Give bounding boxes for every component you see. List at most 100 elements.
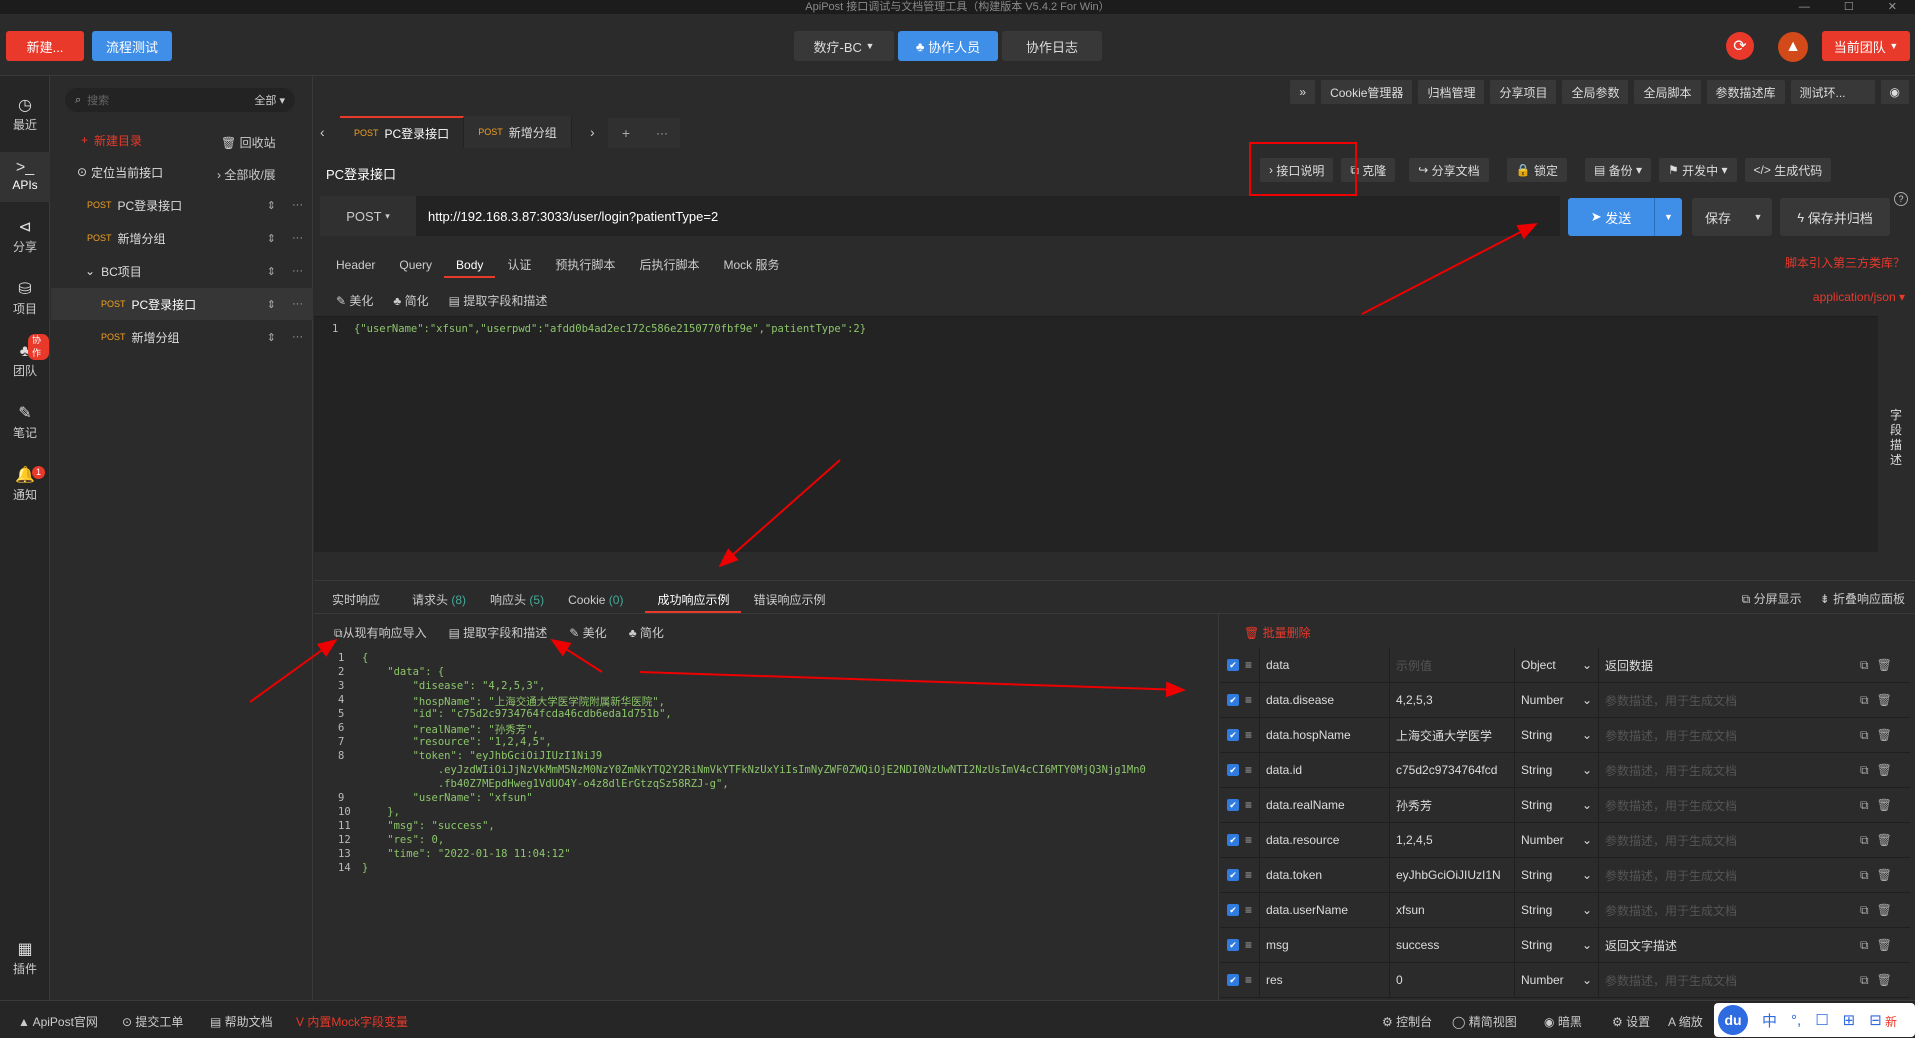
row-checkbox[interactable]: ✔ [1226, 834, 1239, 846]
save-button[interactable]: 保存 [1692, 198, 1744, 236]
share-project-button[interactable]: 分享项目 [1490, 80, 1557, 104]
copy-icon[interactable]: ⧉ [1860, 938, 1869, 953]
tab-prev-icon[interactable]: ‹ [320, 124, 325, 140]
row-checkbox[interactable]: ✔ [1226, 799, 1239, 811]
field-value[interactable]: 1,2,4,5 [1390, 822, 1515, 858]
nav-recent[interactable]: ◷ 最近 [0, 96, 50, 140]
dark-mode-toggle[interactable]: ◉ 暗黑 [1544, 1013, 1582, 1030]
param-desc-lib-button[interactable]: 参数描述库 [1706, 80, 1785, 104]
tree-filter-select[interactable]: 全部 ▾ [254, 92, 285, 108]
global-params-button[interactable]: 全局参数 [1562, 80, 1629, 104]
avatar[interactable]: ▲ [1778, 32, 1808, 62]
row-checkbox[interactable]: ✔ [1226, 939, 1239, 951]
zoom-button[interactable]: A 缩放 [1668, 1013, 1703, 1030]
collab-members-button[interactable]: ♣ 协作人员 [898, 31, 998, 61]
more-icon[interactable]: ··· [292, 331, 303, 344]
copy-icon[interactable]: ⧉ [1860, 693, 1869, 708]
row-checkbox[interactable]: ✔ [1226, 869, 1239, 881]
tab-cookie[interactable]: Cookie (0) [556, 587, 635, 613]
field-type-select[interactable]: String ⌄ [1515, 787, 1599, 823]
drag-handle-icon[interactable]: ≡ [1245, 693, 1252, 707]
flow-test-button[interactable]: 流程测试 [92, 31, 172, 61]
drag-handle-icon[interactable]: ≡ [1245, 763, 1252, 777]
trash-icon[interactable]: 🗑 [1877, 693, 1892, 707]
copy-icon[interactable]: ⧉ [1860, 868, 1869, 883]
sort-icon[interactable]: ⇕ [267, 265, 276, 278]
simplify-button[interactable]: ♣ 简化 [393, 292, 428, 309]
beautify-button[interactable]: ✎ 美化 [336, 292, 373, 309]
row-checkbox[interactable]: ✔ [1226, 729, 1239, 741]
tab-header[interactable]: Header [324, 252, 387, 278]
row-checkbox[interactable]: ✔ [1226, 764, 1239, 776]
field-desc[interactable]: 参数描述，用于生成文档 [1599, 683, 1854, 718]
copy-icon[interactable]: ⧉ [1860, 728, 1869, 743]
copy-icon[interactable]: ⧉ [1860, 973, 1869, 988]
copy-icon[interactable]: ⧉ [1860, 763, 1869, 778]
tab-body[interactable]: Body [444, 252, 496, 278]
row-checkbox[interactable]: ✔ [1226, 659, 1239, 671]
settings-button[interactable]: ⚙ 设置 [1612, 1013, 1650, 1030]
backup-select[interactable]: ▤ 备份 ▾ [1584, 158, 1652, 182]
tree-item-selected[interactable]: POST PC登录接口 ⇕ ··· [51, 288, 313, 320]
cookie-manager-button[interactable]: Cookie管理器 [1321, 80, 1413, 104]
drag-handle-icon[interactable]: ≡ [1245, 868, 1252, 882]
tab-new-group[interactable]: POST 新增分组 [464, 116, 572, 148]
field-value[interactable]: c75d2c9734764fcd [1390, 752, 1515, 788]
trash-icon[interactable]: 🗑 [1877, 938, 1892, 952]
field-value[interactable]: xfsun [1390, 892, 1515, 928]
tab-next-icon[interactable]: › [590, 124, 595, 140]
nav-apis[interactable]: >_ APIs [0, 152, 50, 202]
apipost-site-link[interactable]: ▲ ApiPost官网 [18, 1013, 98, 1030]
field-key[interactable]: data.disease [1260, 682, 1390, 718]
field-type-select[interactable]: Object ⌄ [1515, 648, 1599, 683]
ime-skin-icon[interactable]: ⊞ [1843, 1011, 1856, 1029]
more-icon[interactable]: ··· [292, 265, 303, 278]
tab-pc-login[interactable]: POST PC登录接口 [340, 116, 465, 148]
lock-button[interactable]: 🔒 锁定 [1506, 158, 1567, 182]
nav-notes[interactable]: ✎ 笔记 [0, 404, 50, 448]
row-checkbox[interactable]: ✔ [1226, 904, 1239, 916]
tree-folder[interactable]: ⌄ BC项目 ⇕ ··· [51, 255, 313, 287]
tab-live-response[interactable]: 实时响应 [320, 587, 392, 613]
field-key[interactable]: msg [1260, 927, 1390, 963]
field-type-select[interactable]: String ⌄ [1515, 927, 1599, 963]
gen-code-button[interactable]: </> 生成代码 [1744, 158, 1832, 182]
extract-response-button[interactable]: ▤ 提取字段和描述 [449, 624, 548, 641]
method-select[interactable]: POST ▾ [320, 196, 416, 236]
sort-icon[interactable]: ⇕ [267, 298, 276, 311]
archive-manager-button[interactable]: 归档管理 [1418, 80, 1485, 104]
global-script-button[interactable]: 全局脚本 [1634, 80, 1701, 104]
copy-icon[interactable]: ⧉ [1860, 833, 1869, 848]
field-key[interactable]: data.hospName [1260, 717, 1390, 753]
tree-search-input[interactable]: ⌕ 搜索 全部 ▾ [65, 88, 295, 112]
help-icon[interactable]: ? [1894, 192, 1908, 206]
field-type-select[interactable]: Number ⌄ [1515, 822, 1599, 858]
tab-response-headers[interactable]: 响应头 (5) [478, 587, 556, 613]
trash-icon[interactable]: 🗑 [1877, 728, 1892, 742]
import-response-button[interactable]: ⧉从现有响应导入 [334, 624, 427, 641]
field-desc[interactable]: 参数描述，用于生成文档 [1599, 823, 1854, 858]
submit-ticket-link[interactable]: ⊙ 提交工单 [122, 1013, 183, 1030]
row-checkbox[interactable]: ✔ [1226, 694, 1239, 706]
drag-handle-icon[interactable]: ≡ [1245, 938, 1252, 952]
ime-keyboard-icon[interactable]: ☐ [1815, 1011, 1828, 1029]
ime-chinese-toggle[interactable]: 中 [1762, 1010, 1777, 1031]
baidu-ime-icon[interactable]: du [1718, 1005, 1748, 1035]
batch-delete-button[interactable]: 🗑 批量删除 [1244, 624, 1311, 641]
field-value[interactable]: eyJhbGciOiJIUzI1N [1390, 857, 1515, 893]
save-archive-button[interactable]: ϟ 保存并归档 [1780, 198, 1890, 236]
send-button[interactable]: ➤ 发送 [1568, 198, 1654, 236]
console-button[interactable]: ⚙ 控制台 [1382, 1013, 1432, 1030]
body-editor[interactable]: 1 {"userName":"xfsun","userpwd":"afdd0b4… [314, 316, 1878, 552]
trash-icon[interactable]: 🗑 [1877, 833, 1892, 847]
dev-status-select[interactable]: ⚑ 开发中 ▾ [1659, 158, 1737, 182]
tree-item[interactable]: POST PC登录接口 ⇕ ··· [51, 189, 313, 221]
send-dropdown[interactable]: ▼ [1654, 198, 1682, 236]
field-desc[interactable]: 返回文字描述 [1599, 928, 1854, 963]
save-dropdown[interactable]: ▼ [1744, 198, 1772, 236]
close-button[interactable]: ✕ [1888, 0, 1897, 14]
mock-vars-link[interactable]: V 内置Mock字段变量 [296, 1013, 408, 1030]
tab-request-headers[interactable]: 请求头 (8) [400, 587, 478, 613]
sort-icon[interactable]: ⇕ [267, 199, 276, 212]
more-icon[interactable]: ··· [292, 199, 303, 212]
